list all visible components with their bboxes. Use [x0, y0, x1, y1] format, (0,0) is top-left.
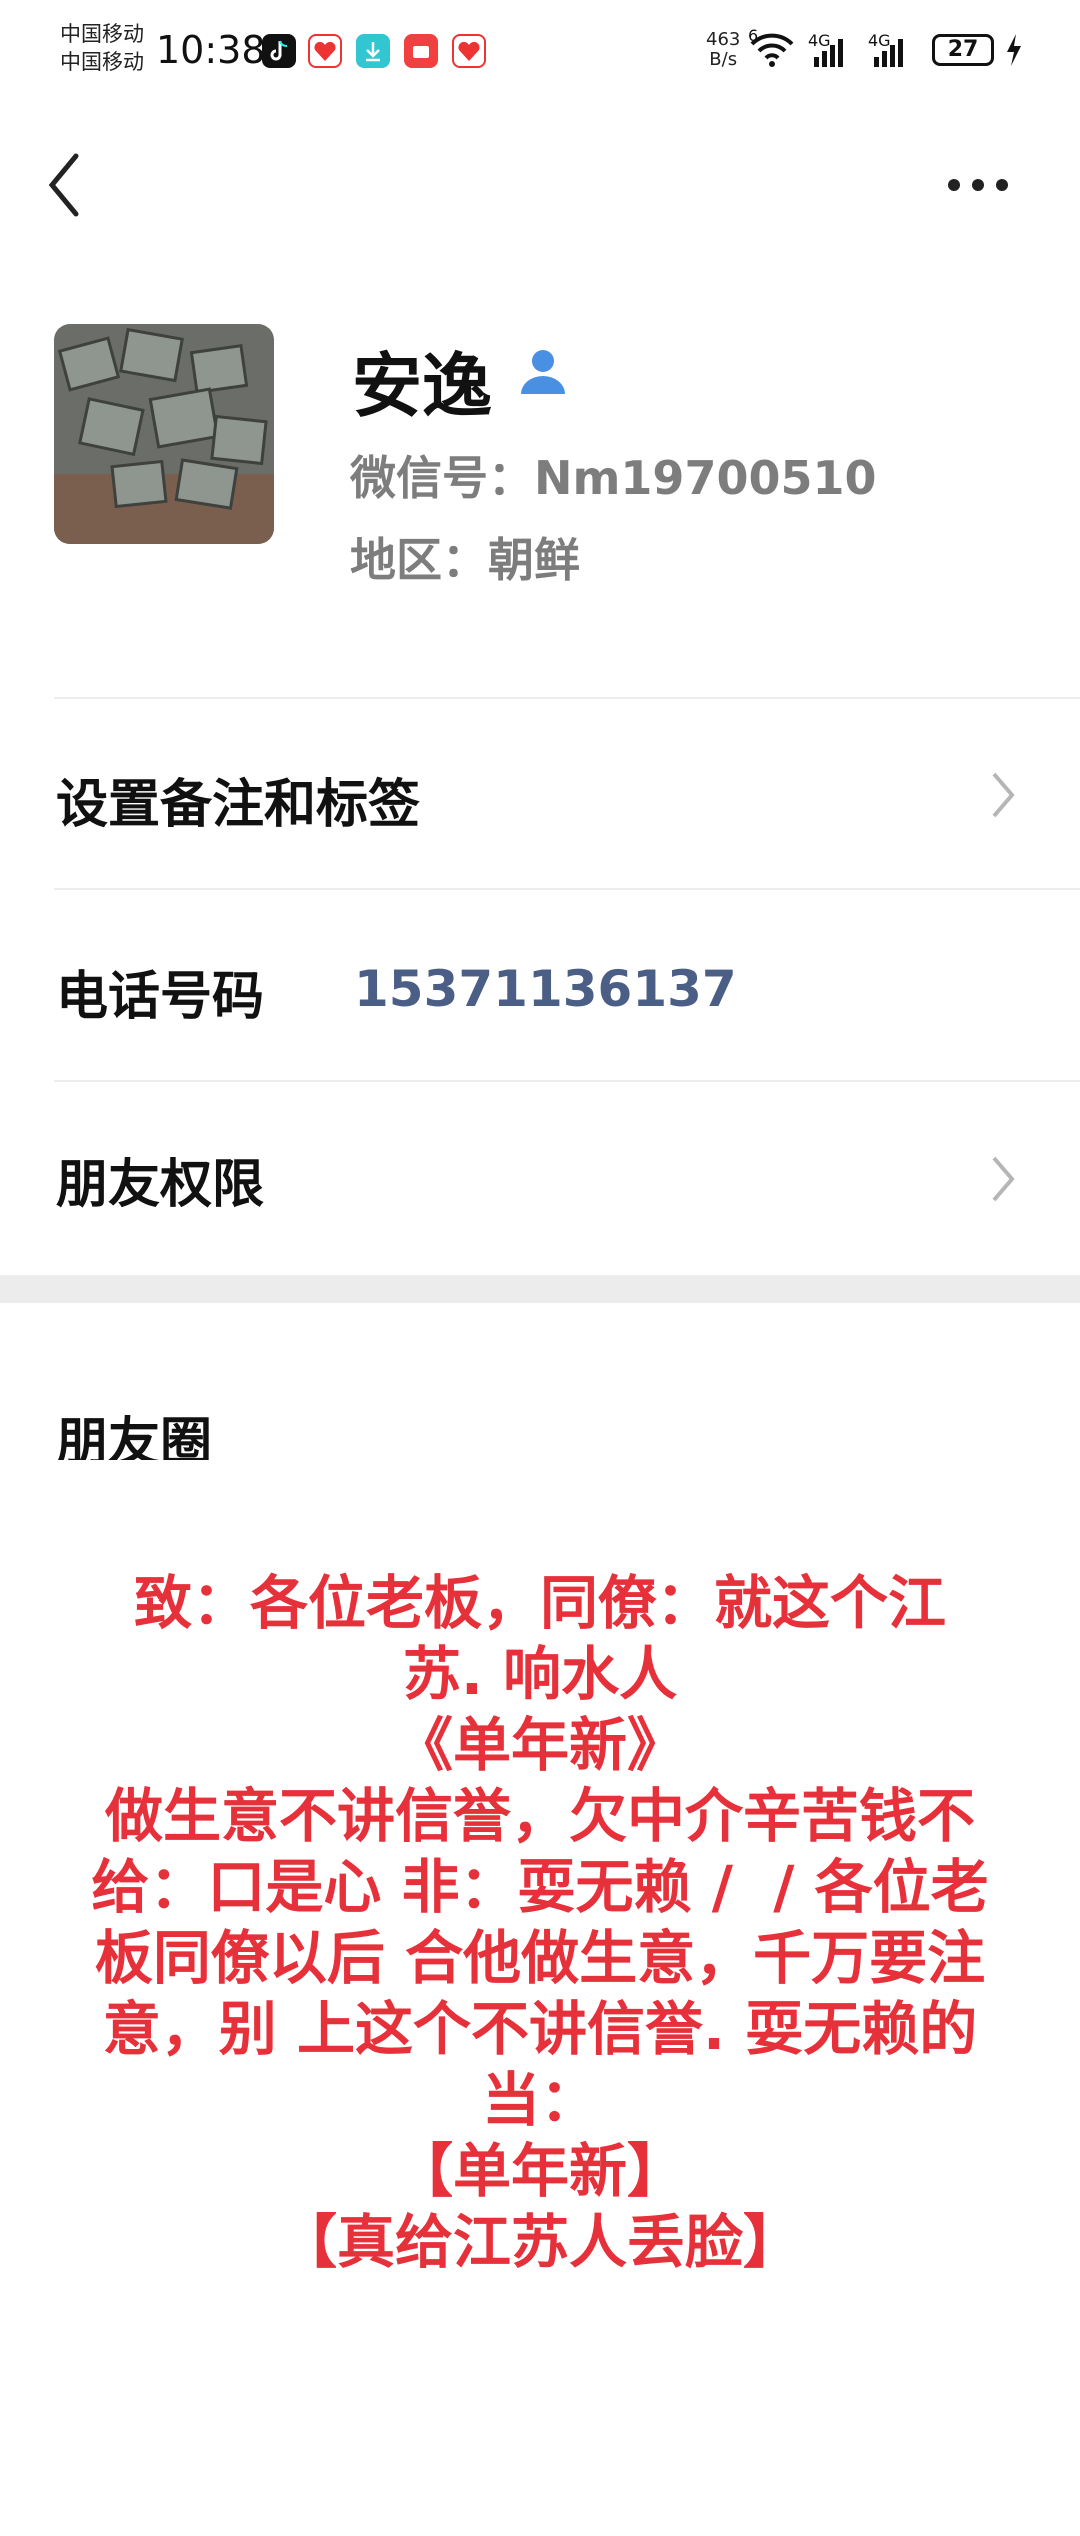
wechat-id: 微信号：Nm19700510 — [350, 451, 877, 505]
friend-permission-row[interactable]: 朋友权限 — [0, 1082, 1080, 1274]
more-dot-icon — [948, 179, 960, 191]
overlay-line: 当： — [481, 2066, 598, 2134]
chevron-right-icon — [992, 772, 1015, 818]
phone-label: 电话号码 — [56, 967, 265, 1027]
overlay-message: 致：各位老板，同僚：就这个江 苏. 响水人 《单年新》 做生意不讲信誉，欠中介辛… — [30, 1568, 1050, 2278]
more-dot-icon — [972, 179, 984, 191]
moments-label: 朋友圈 — [56, 1413, 213, 1460]
network-speed: 463 B/s — [706, 30, 740, 70]
overlay-line: 意，别 上这个不讲信誉. 耍无赖的 — [102, 1995, 978, 2063]
chevron-right-icon — [992, 1156, 1015, 1202]
phone-number-link[interactable]: 15371136137 — [354, 960, 737, 1018]
status-time: 10:38 — [156, 28, 266, 72]
overlay-line: 板同僚以后 合他做生意，千万要注 — [94, 1924, 986, 1992]
signal-1-label: 4G — [808, 31, 831, 50]
remark-label: 设置备注和标签 — [56, 775, 421, 835]
carrier-1: 中国移动 — [60, 22, 144, 46]
more-button[interactable] — [948, 176, 1020, 195]
signal-1-icon: 4G — [808, 31, 856, 69]
avatar[interactable] — [54, 324, 274, 544]
wifi-label: 6 — [748, 26, 759, 45]
person-icon — [516, 344, 570, 402]
divider — [54, 697, 1080, 699]
carrier-info: 中国移动 中国移动 — [60, 20, 144, 76]
net-speed-unit: B/s — [709, 49, 738, 70]
heart-app-icon — [308, 34, 342, 68]
huawei-app-icon — [404, 34, 438, 68]
carrier-2: 中国移动 — [60, 50, 144, 74]
battery-indicator: 27 — [932, 34, 994, 66]
status-bar: 中国移动 中国移动 10:38 463 B/s 6 4G 4G 27 — [0, 0, 1080, 100]
heart-app-icon-2 — [452, 34, 486, 68]
more-dot-icon — [996, 179, 1008, 191]
overlay-line: 苏. 响水人 — [402, 1640, 678, 1708]
overlay-line: 致：各位老板，同僚：就这个江 — [133, 1569, 946, 1637]
overlay-line: 【真给江苏人丢脸】 — [278, 2208, 801, 2276]
overlay-line: 《单年新》 — [394, 1711, 685, 1779]
contact-name: 安逸 — [352, 345, 492, 427]
overlay-line: 【单年新】 — [394, 2137, 685, 2205]
tiktok-icon — [262, 34, 296, 68]
section-gap — [0, 1275, 1080, 1303]
charging-icon — [1004, 32, 1024, 72]
chevron-left-icon — [48, 153, 79, 217]
overlay-line: 给：口是心 非：耍无赖 / / 各位老 — [91, 1853, 989, 1921]
back-button[interactable] — [44, 150, 84, 224]
permission-label: 朋友权限 — [56, 1155, 265, 1215]
region: 地区：朝鲜 — [350, 533, 580, 587]
remark-row[interactable]: 设置备注和标签 — [0, 700, 1080, 888]
signal-2-label: 4G — [868, 31, 891, 50]
wifi-icon: 6 — [748, 26, 796, 74]
moments-row[interactable]: 朋友圈 — [56, 1400, 212, 1460]
download-icon — [356, 34, 390, 68]
signal-2-icon: 4G — [868, 31, 916, 69]
overlay-line: 做生意不讲信誉，欠中介辛苦钱不 — [104, 1782, 975, 1850]
net-speed-value: 463 — [706, 29, 741, 50]
